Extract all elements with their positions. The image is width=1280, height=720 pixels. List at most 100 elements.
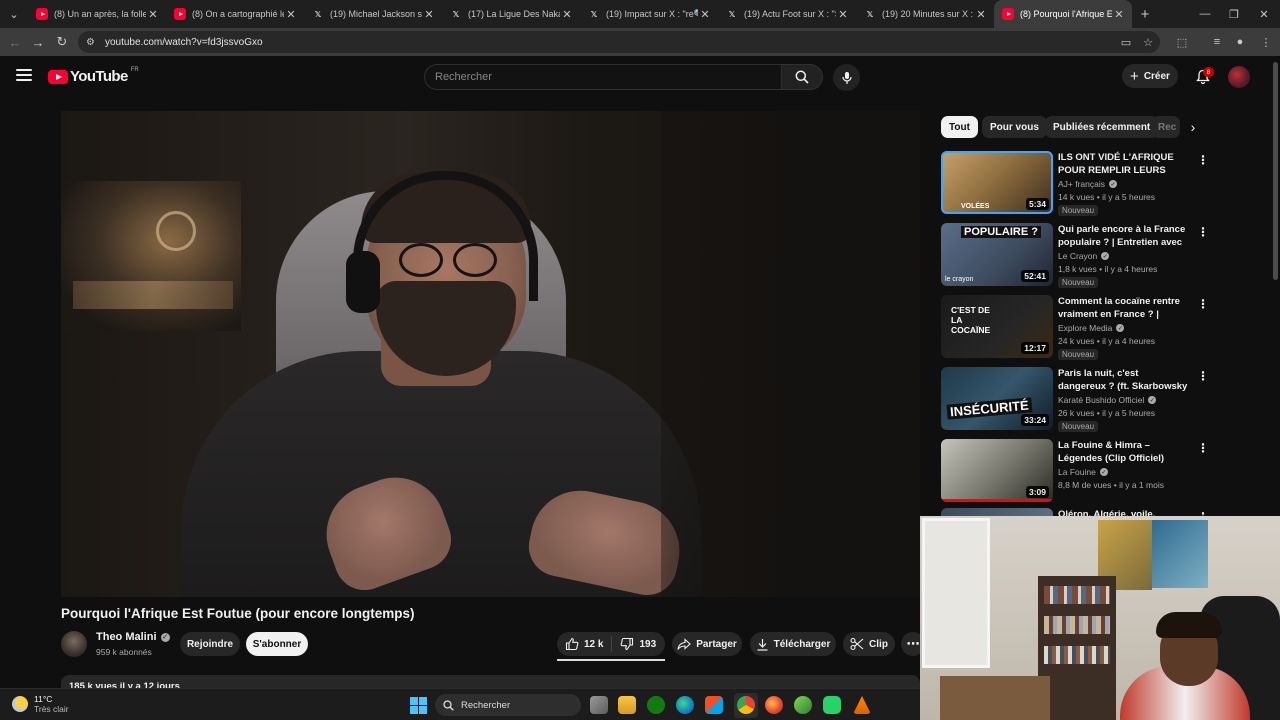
- recommendation-title[interactable]: Paris la nuit, c'est dangereux ? (ft. Sk…: [1058, 367, 1188, 394]
- thumbnail-subtext: le crayon: [945, 276, 974, 283]
- more-options-icon[interactable]: ⋮: [1197, 225, 1209, 239]
- close-tab-icon[interactable]: ✕: [146, 8, 160, 21]
- recommendation-channel[interactable]: Le Crayon ✓: [1058, 251, 1110, 261]
- recommendation-item[interactable]: VOLÉES 5:34 ILS ONT VIDÉ L'AFRIQUE POUR RE…: [941, 151, 1213, 217]
- video-thumbnail[interactable]: POPULAIRE ? le crayon 52:41: [941, 223, 1053, 286]
- recommendation-title[interactable]: Qui parle encore à la France populaire ?…: [1058, 223, 1188, 250]
- dislike-button[interactable]: 193: [612, 632, 664, 656]
- chip-pour-vous[interactable]: Pour vous: [982, 116, 1047, 138]
- subscribe-button[interactable]: S'abonner: [246, 632, 308, 656]
- share-button[interactable]: Partager: [672, 632, 742, 656]
- close-tab-icon[interactable]: ✕: [836, 8, 850, 21]
- chip-publiees-recemment[interactable]: Publiées récemment: [1045, 116, 1159, 138]
- back-icon[interactable]: ←: [5, 32, 25, 52]
- xbox-icon[interactable]: [647, 696, 665, 714]
- more-options-icon[interactable]: ⋮: [1197, 297, 1209, 311]
- more-options-icon[interactable]: ⋮: [1197, 369, 1209, 383]
- recommendation-item[interactable]: C'EST DE LA COCAÏNE 12:17 Comment la cocaï…: [941, 295, 1213, 361]
- browser-tab[interactable]: 𝕏 (19) Impact sur X : "re🔍 ✕: [580, 0, 718, 28]
- clip-button[interactable]: Clip: [843, 632, 895, 656]
- whatsapp-icon[interactable]: [823, 696, 841, 714]
- browser-tab[interactable]: 𝕏 (19) Michael Jackson sur X✕: [304, 0, 442, 28]
- close-tab-icon[interactable]: ✕: [974, 8, 988, 21]
- join-button[interactable]: Rejoindre: [180, 632, 240, 656]
- taskbar-search[interactable]: Rechercher: [435, 694, 581, 716]
- browser-tab[interactable]: 𝕏 (17) La Ligue Des Nakama✕: [442, 0, 580, 28]
- edge-icon[interactable]: [676, 696, 694, 714]
- video-thumbnail[interactable]: [941, 508, 1053, 516]
- more-options-icon[interactable]: ⋮: [1197, 441, 1209, 455]
- youtube-logo[interactable]: YouTube FR: [48, 67, 139, 85]
- chrome-icon[interactable]: [737, 696, 755, 714]
- chip-tout[interactable]: Tout: [941, 116, 978, 138]
- bookmark-star-icon[interactable]: ☆: [1139, 33, 1157, 51]
- reading-list-icon[interactable]: ≡: [1208, 33, 1226, 51]
- task-view-icon[interactable]: [590, 696, 608, 714]
- weather-widget[interactable]: 11°C Très clair: [12, 694, 69, 714]
- windows-start-icon[interactable]: [410, 697, 427, 714]
- firefox-icon[interactable]: [765, 696, 783, 714]
- file-explorer-icon[interactable]: [618, 696, 636, 714]
- video-thumbnail[interactable]: INSÉCURITÉ 33:24: [941, 367, 1053, 430]
- channel-name[interactable]: Theo Malini ✓: [96, 631, 170, 643]
- menu-icon[interactable]: [16, 69, 32, 81]
- video-thumbnail[interactable]: VOLÉES 5:34: [941, 151, 1053, 214]
- recommendation-title[interactable]: Oléron, Algérie, voile, Shein...: [1058, 508, 1188, 516]
- store-icon[interactable]: [705, 696, 723, 714]
- browser-tab[interactable]: (8) Pourquoi l'Afrique Est ✕: [994, 0, 1132, 28]
- close-tab-icon[interactable]: ✕: [422, 8, 436, 21]
- account-avatar[interactable]: [1228, 66, 1250, 88]
- create-button[interactable]: + Créer: [1122, 64, 1178, 88]
- browser-tab[interactable]: (8) On a cartographié les ✕: [166, 0, 304, 28]
- url-field[interactable]: ⚙ youtube.com/watch?v=fd3jssvoGxo: [78, 31, 1160, 53]
- browser-tab[interactable]: (8) Un an après, la folle his✕: [28, 0, 166, 28]
- forward-icon[interactable]: →: [28, 32, 48, 52]
- voice-search-button[interactable]: [833, 64, 860, 91]
- video-player[interactable]: [61, 111, 920, 597]
- new-tab-button[interactable]: +: [1132, 6, 1158, 23]
- more-options-icon[interactable]: ⋮: [1197, 153, 1209, 167]
- site-info-icon[interactable]: ⚙: [86, 37, 95, 48]
- download-button[interactable]: Télécharger: [750, 632, 836, 656]
- search-input[interactable]: Rechercher: [424, 64, 782, 90]
- recommendation-title[interactable]: Comment la cocaïne rentre vraiment en Fr…: [1058, 295, 1188, 322]
- recommendation-channel[interactable]: Explore Media ✓: [1058, 323, 1125, 333]
- recommendation-item[interactable]: Oléron, Algérie, voile, Shein...⋮: [941, 508, 1213, 516]
- scrollbar-thumb[interactable]: [1273, 62, 1278, 280]
- extensions-icon[interactable]: ⬚: [1173, 33, 1191, 51]
- close-tab-icon[interactable]: ✕: [284, 8, 298, 21]
- like-button[interactable]: 12 k: [557, 632, 611, 656]
- browser-tab[interactable]: 𝕏 (19) 20 Minutes sur X : "« ✕: [856, 0, 994, 28]
- browser-tab[interactable]: 𝕏 (19) Actu Foot sur X : "STA✕: [718, 0, 856, 28]
- youtube-icon: [1002, 8, 1014, 20]
- recommendation-item[interactable]: INSÉCURITÉ 33:24 Paris la nuit, c'est dang…: [941, 367, 1213, 433]
- cast-icon[interactable]: ▭: [1117, 33, 1135, 51]
- video-thumbnail[interactable]: C'EST DE LA COCAÏNE 12:17: [941, 295, 1053, 358]
- minimize-icon[interactable]: —: [1190, 0, 1220, 28]
- close-tab-icon[interactable]: ✕: [1112, 8, 1126, 21]
- recommendation-title[interactable]: ILS ONT VIDÉ L'AFRIQUE POUR REMPLIR LEUR…: [1058, 151, 1188, 178]
- recommendation-item[interactable]: 3:09 La Fouine & Himra – Légendes (Clip O…: [941, 439, 1213, 505]
- close-tab-icon[interactable]: ✕: [560, 8, 574, 21]
- reload-icon[interactable]: ↻: [52, 32, 72, 52]
- channel-avatar[interactable]: [61, 631, 87, 657]
- chevron-right-icon[interactable]: ›: [1184, 118, 1202, 136]
- like-ratio-bar: [557, 659, 665, 661]
- recommendation-item[interactable]: POPULAIRE ? le crayon 52:41 Qui parle encor…: [941, 223, 1213, 289]
- vlc-icon[interactable]: [853, 696, 871, 714]
- close-tab-icon[interactable]: ✕: [698, 8, 712, 21]
- recommendation-title[interactable]: La Fouine & Himra – Légendes (Clip Offic…: [1058, 439, 1188, 465]
- profile-icon[interactable]: ●: [1231, 33, 1249, 51]
- gamebar-icon[interactable]: [794, 696, 812, 714]
- watch-progress-bar: [941, 499, 1053, 502]
- browser-menu-icon[interactable]: ⋮: [1257, 33, 1275, 51]
- recommendation-channel[interactable]: AJ+ français ✓: [1058, 179, 1118, 189]
- recommendation-channel[interactable]: Karaté Bushido Officiel ✓: [1058, 395, 1157, 405]
- chip-rec[interactable]: Rec: [1152, 116, 1180, 138]
- restore-icon[interactable]: ❐: [1219, 0, 1249, 28]
- tab-search-icon[interactable]: ⌄: [0, 0, 28, 28]
- recommendation-channel[interactable]: La Fouine ✓: [1058, 467, 1108, 477]
- video-thumbnail[interactable]: 3:09: [941, 439, 1053, 502]
- search-button[interactable]: [781, 64, 823, 90]
- close-window-icon[interactable]: ✕: [1249, 0, 1279, 28]
